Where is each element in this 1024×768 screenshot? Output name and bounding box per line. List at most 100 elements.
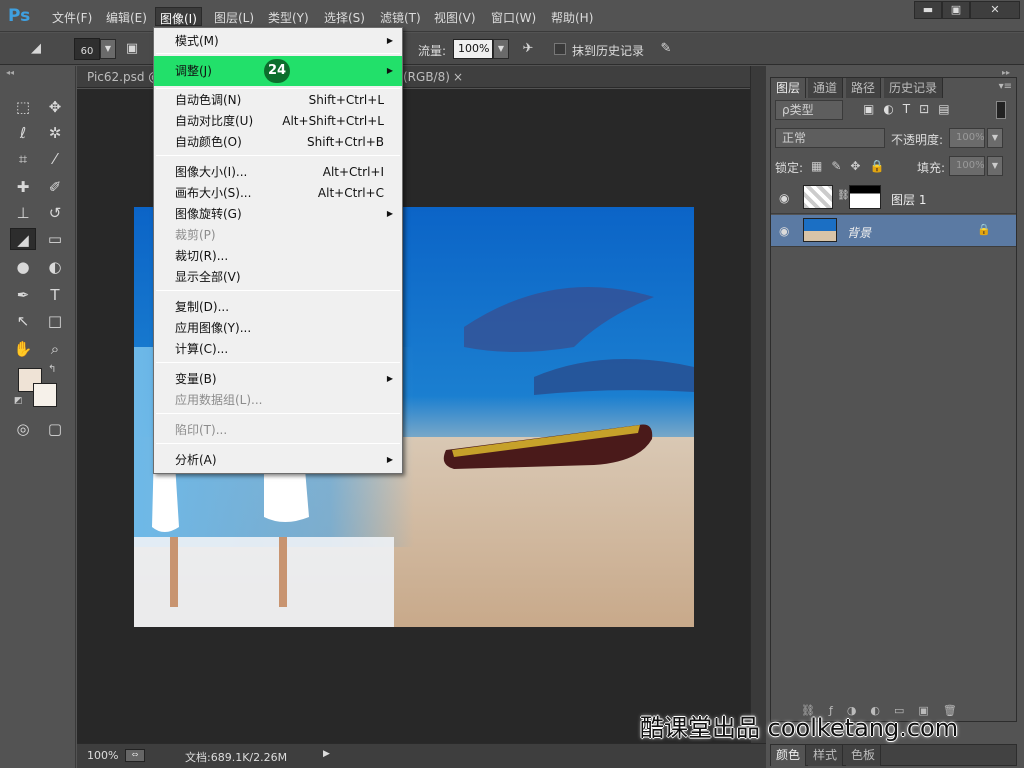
- gradient-tool-icon[interactable]: ▭: [42, 228, 68, 250]
- export-icon[interactable]: ⇔: [125, 749, 145, 762]
- tab-styles[interactable]: 样式: [808, 745, 844, 766]
- swap-colors-icon[interactable]: ↰: [48, 364, 56, 375]
- history-brush-tool-icon[interactable]: ↺: [42, 202, 68, 224]
- fill-dropdown-icon[interactable]: ▼: [987, 156, 1003, 176]
- menu-separator: [156, 53, 400, 54]
- pressure-icon[interactable]: ✎: [656, 40, 676, 58]
- tab-color[interactable]: 颜色: [771, 745, 807, 766]
- menu-help[interactable]: 帮助(H): [549, 9, 595, 25]
- type-tool-icon[interactable]: T: [42, 284, 68, 306]
- layer-row-layer1[interactable]: ◉ ⛓ 图层 1: [771, 182, 1016, 214]
- path-selection-tool-icon[interactable]: ↖: [10, 310, 36, 332]
- menu-filter[interactable]: 滤镜(T): [378, 9, 423, 25]
- menu-type[interactable]: 类型(Y): [266, 9, 311, 25]
- hand-tool-icon[interactable]: ✋: [10, 338, 36, 360]
- flow-label: 流量:: [418, 44, 447, 58]
- eraser-tool-icon[interactable]: ◢: [26, 40, 46, 58]
- layer-filter-dropdown[interactable]: ρ类型: [775, 100, 843, 120]
- tab-layers[interactable]: 图层: [771, 78, 807, 98]
- background-color-swatch[interactable]: [33, 383, 57, 407]
- blend-mode-dropdown[interactable]: 正常: [775, 128, 885, 148]
- menu-item-auto-contrast[interactable]: 自动对比度(U) Alt+Shift+Ctrl+L: [154, 111, 402, 131]
- marquee-tool-icon[interactable]: ⬚: [10, 96, 36, 118]
- brush-preset-picker[interactable]: 60: [74, 38, 100, 60]
- brush-dropdown-arrow-icon[interactable]: ▼: [100, 39, 116, 59]
- chain-link-icon[interactable]: ⛓: [837, 190, 850, 201]
- fill-input[interactable]: 100%: [949, 156, 985, 176]
- menu-view[interactable]: 视图(V): [432, 9, 478, 25]
- layer-name[interactable]: 背景: [847, 224, 871, 241]
- lasso-tool-icon[interactable]: ℓ: [10, 122, 36, 144]
- tab-paths[interactable]: 路径: [846, 78, 882, 98]
- lock-icons[interactable]: ▦✎✥🔒: [811, 159, 893, 173]
- menu-item-duplicate[interactable]: 复制(D)...: [154, 297, 402, 317]
- menu-edit[interactable]: 编辑(E): [104, 9, 149, 25]
- status-menu-arrow-icon[interactable]: ▶: [323, 749, 330, 759]
- magic-wand-tool-icon[interactable]: ✲: [42, 122, 68, 144]
- menu-layer[interactable]: 图层(L): [212, 9, 256, 25]
- document-info[interactable]: 文档:689.1K/2.26M: [185, 749, 287, 765]
- menu-window[interactable]: 窗口(W): [489, 9, 538, 25]
- tab-swatches[interactable]: 色板: [846, 745, 882, 766]
- rectangle-tool-icon[interactable]: □: [42, 310, 68, 332]
- healing-brush-tool-icon[interactable]: ✚: [10, 176, 36, 198]
- flow-dropdown-icon[interactable]: ▼: [493, 39, 509, 59]
- menu-file[interactable]: 文件(F): [50, 9, 94, 25]
- tab-channels[interactable]: 通道: [808, 78, 844, 98]
- menu-item-adjustments[interactable]: 调整(J) 24 ▶: [154, 56, 402, 86]
- visibility-eye-icon[interactable]: ◉: [779, 191, 789, 205]
- menu-item-image-rotation[interactable]: 图像旋转(G) ▶: [154, 204, 402, 224]
- filter-toggle[interactable]: [996, 101, 1006, 119]
- layer-name[interactable]: 图层 1: [891, 191, 926, 208]
- crop-tool-icon[interactable]: ⌗: [10, 148, 36, 170]
- dodge-tool-icon[interactable]: ◐: [42, 256, 68, 278]
- maximize-button[interactable]: ▣: [942, 1, 970, 19]
- menu-image[interactable]: 图像(I): [155, 7, 202, 26]
- erase-history-checkbox[interactable]: [554, 43, 566, 55]
- menu-item-reveal-all[interactable]: 显示全部(V): [154, 267, 402, 287]
- pen-tool-icon[interactable]: ✒: [10, 284, 36, 306]
- zoom-level[interactable]: 100%: [87, 749, 118, 762]
- quick-mask-icon[interactable]: ◎: [10, 418, 36, 440]
- menu-select[interactable]: 选择(S): [322, 9, 367, 25]
- collapse-arrows-icon[interactable]: ◂◂: [6, 68, 14, 77]
- close-button[interactable]: ✕: [970, 1, 1020, 19]
- layer-filter-icons[interactable]: ▣◐T⊡▤: [863, 102, 959, 116]
- menu-item-trap: 陷印(T)...: [175, 423, 228, 437]
- brush-panel-icon[interactable]: ▣: [122, 40, 142, 58]
- menu-item-analysis[interactable]: 分析(A) ▶: [154, 450, 402, 470]
- screen-mode-icon[interactable]: ▢: [42, 418, 68, 440]
- menu-item-crop: 裁剪(P): [175, 228, 216, 242]
- menu-item-canvas-size[interactable]: 画布大小(S)... Alt+Ctrl+C: [154, 183, 402, 203]
- menu-item-mode[interactable]: 模式(M) ▶: [154, 31, 402, 51]
- default-colors-icon[interactable]: ◩: [14, 396, 23, 406]
- menu-item-trim[interactable]: 裁切(R)...: [154, 246, 402, 266]
- panel-collapse-icon[interactable]: ▸▸: [1002, 68, 1010, 77]
- panel-menu-icon[interactable]: ▾≡: [999, 81, 1012, 92]
- opacity-dropdown-icon[interactable]: ▼: [987, 128, 1003, 148]
- brush-tool-icon[interactable]: ✐: [42, 176, 68, 198]
- menu-separator: [156, 443, 400, 444]
- clone-stamp-tool-icon[interactable]: ⊥: [10, 202, 36, 224]
- minimize-button[interactable]: ▬: [914, 1, 942, 19]
- canvas-vertical-scrollbar[interactable]: [750, 66, 766, 743]
- flow-input[interactable]: 100%: [453, 39, 493, 59]
- layer-row-background[interactable]: ◉ 背景 🔒: [771, 215, 1016, 247]
- menu-item-image-size[interactable]: 图像大小(I)... Alt+Ctrl+I: [154, 162, 402, 182]
- opacity-input[interactable]: 100%: [949, 128, 985, 148]
- menu-item-auto-color[interactable]: 自动颜色(O) Shift+Ctrl+B: [154, 132, 402, 152]
- move-tool-icon[interactable]: ✥: [42, 96, 68, 118]
- tab-history[interactable]: 历史记录: [884, 78, 944, 98]
- zoom-tool-icon[interactable]: ⌕: [42, 338, 68, 360]
- blur-tool-icon[interactable]: ●: [10, 256, 36, 278]
- menu-item-variables[interactable]: 变量(B) ▶: [154, 369, 402, 389]
- airbrush-icon[interactable]: ✈: [518, 40, 538, 58]
- eraser-tool-icon[interactable]: ◢: [10, 228, 36, 250]
- menu-item-calculations[interactable]: 计算(C)...: [154, 339, 402, 359]
- document-tab-close-icon[interactable]: ×: [445, 66, 471, 88]
- layer-mask-thumbnail[interactable]: [849, 185, 881, 209]
- menu-item-apply-image[interactable]: 应用图像(Y)...: [154, 318, 402, 338]
- visibility-eye-icon[interactable]: ◉: [779, 224, 789, 238]
- menu-item-auto-tone[interactable]: 自动色调(N) Shift+Ctrl+L: [154, 90, 402, 110]
- eyedropper-tool-icon[interactable]: ⁄: [42, 148, 68, 170]
